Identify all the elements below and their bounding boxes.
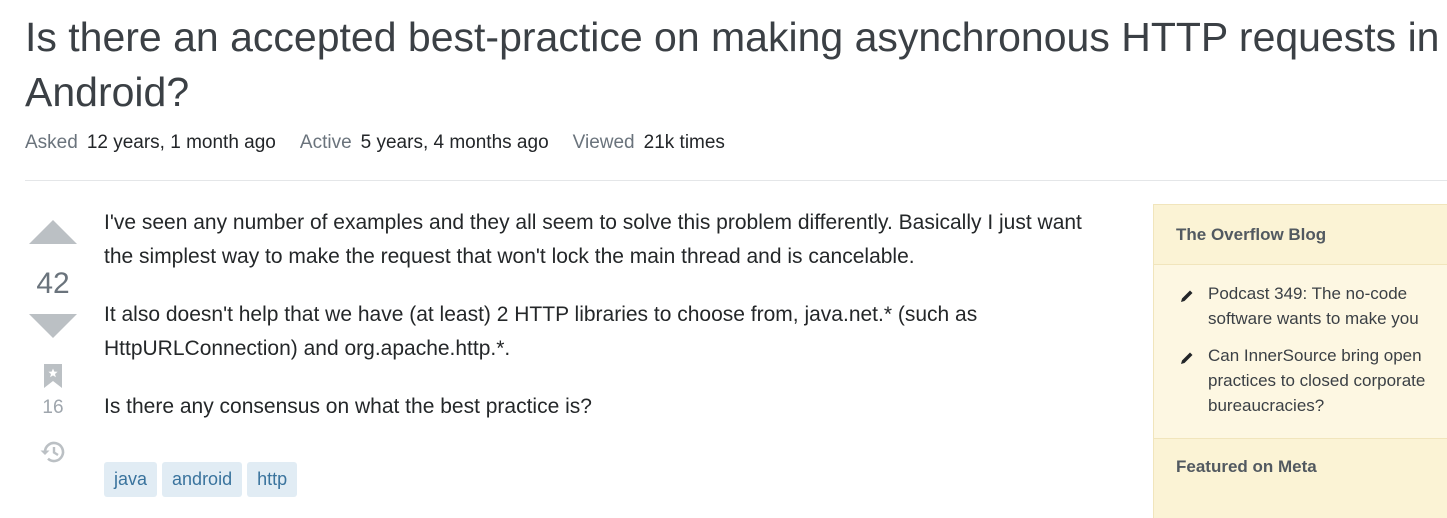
blog-link-innersource[interactable]: Can InnerSource bring open practices to … bbox=[1208, 343, 1447, 418]
bookmark-icon[interactable] bbox=[44, 364, 62, 393]
viewed-label: Viewed bbox=[572, 132, 635, 153]
blog-item: Podcast 349: The no-code software wants … bbox=[1180, 281, 1447, 331]
blog-link-podcast[interactable]: Podcast 349: The no-code software wants … bbox=[1208, 281, 1447, 331]
question-page: Is there an accepted best-practice on ma… bbox=[0, 0, 1447, 518]
overflow-blog-list: Podcast 349: The no-code software wants … bbox=[1154, 265, 1447, 438]
vote-count: 42 bbox=[36, 267, 70, 300]
overflow-blog-header: The Overflow Blog bbox=[1154, 205, 1447, 265]
tag-android[interactable]: android bbox=[162, 462, 243, 497]
body-paragraph-2: It also doesn't help that we have (at le… bbox=[104, 303, 978, 360]
question-title[interactable]: Is there an accepted best-practice on ma… bbox=[25, 10, 1440, 120]
active-label: Active bbox=[299, 132, 352, 153]
active-value[interactable]: 5 years, 4 months ago bbox=[361, 132, 549, 153]
asked-label: Asked bbox=[25, 132, 78, 153]
viewed-value: 21k times bbox=[643, 132, 725, 153]
upvote-arrow-icon[interactable] bbox=[29, 220, 77, 244]
question-body: I've seen any number of examples and the… bbox=[104, 206, 1094, 448]
active-info: Active 5 years, 4 months ago bbox=[300, 131, 549, 155]
header-divider bbox=[25, 180, 1447, 181]
viewed-info: Viewed 21k times bbox=[573, 131, 725, 155]
tag-list: java android http bbox=[104, 462, 302, 497]
body-paragraph-1: I've seen any number of examples and the… bbox=[104, 211, 1082, 268]
pencil-icon bbox=[1180, 347, 1194, 418]
blog-item: Can InnerSource bring open practices to … bbox=[1180, 343, 1447, 418]
vote-cell: 42 16 bbox=[25, 215, 81, 470]
tag-http[interactable]: http bbox=[247, 462, 298, 497]
asked-value[interactable]: 12 years, 1 month ago bbox=[87, 132, 276, 153]
body-paragraph-3: Is there any consensus on what the best … bbox=[104, 395, 592, 418]
history-icon[interactable] bbox=[39, 439, 67, 470]
tag-java[interactable]: java bbox=[104, 462, 158, 497]
featured-meta-header: Featured on Meta bbox=[1154, 438, 1447, 498]
bookmark-count: 16 bbox=[42, 397, 64, 418]
pencil-icon bbox=[1180, 285, 1194, 331]
asked-info: Asked 12 years, 1 month ago bbox=[25, 131, 276, 155]
sidebar-widget: The Overflow Blog Podcast 349: The no-co… bbox=[1153, 204, 1447, 518]
question-meta: Asked 12 years, 1 month ago Active 5 years… bbox=[25, 131, 749, 155]
downvote-arrow-icon[interactable] bbox=[29, 314, 77, 338]
